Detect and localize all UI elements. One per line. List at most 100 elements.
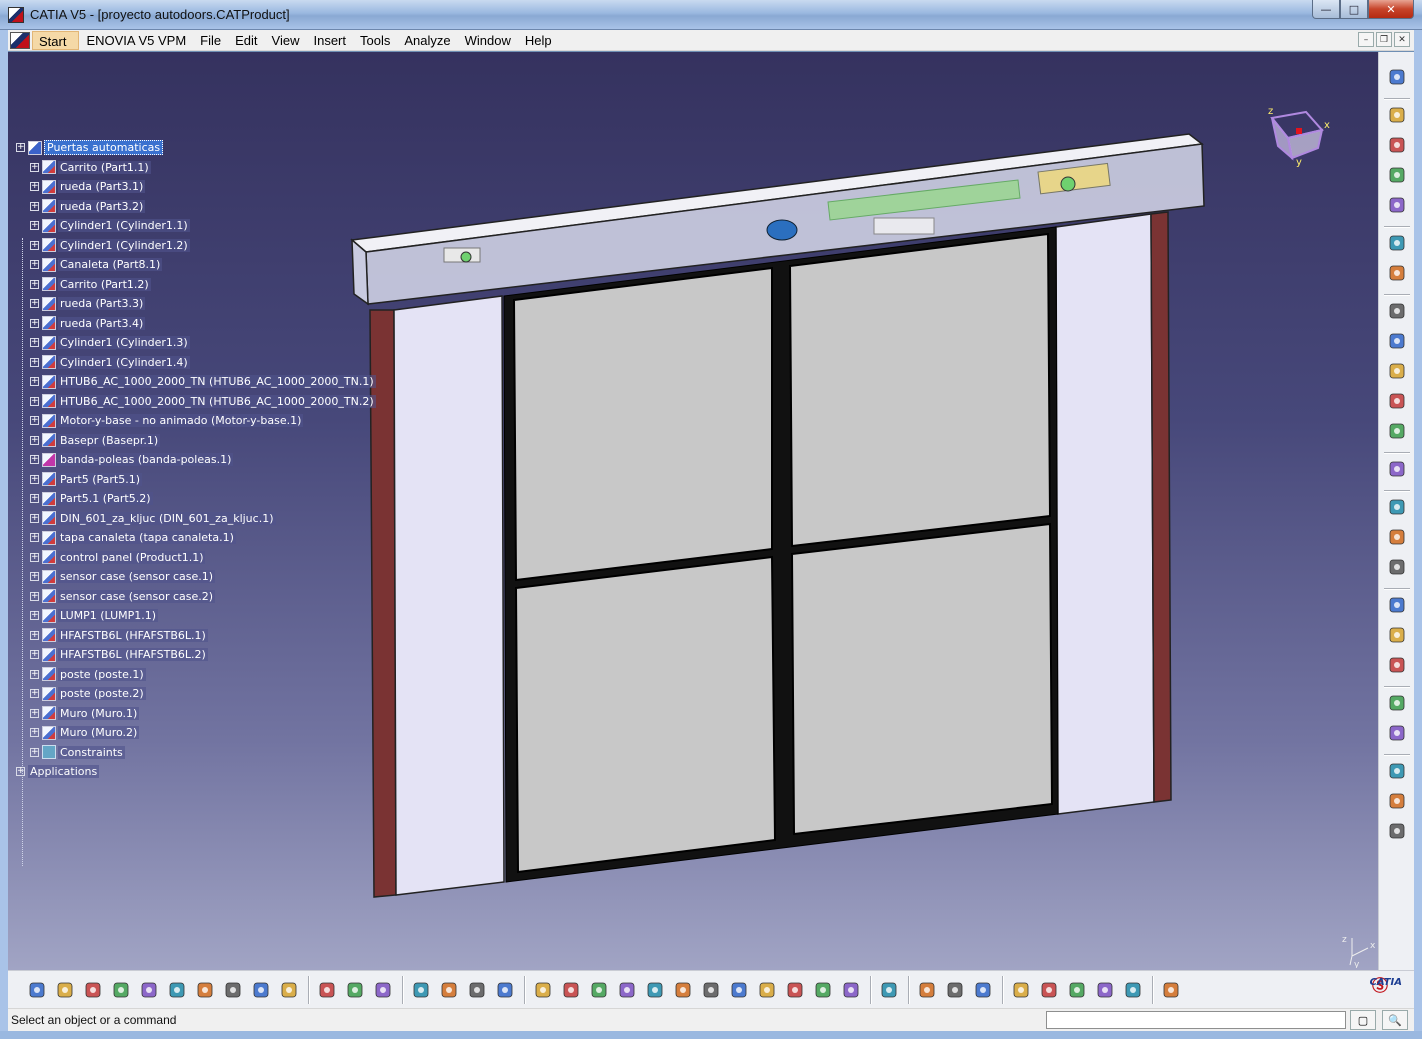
knowledge-icon[interactable]: [1160, 979, 1182, 1001]
distance-icon[interactable]: [1122, 979, 1144, 1001]
fly-icon[interactable]: [532, 979, 554, 1001]
doc-minimize-button[interactable]: –: [1358, 32, 1374, 47]
zoom-out-icon[interactable]: [672, 979, 694, 1001]
menu-analyze[interactable]: Analyze: [397, 31, 457, 50]
3d-viewport[interactable]: + Puertas automaticas + Carrito (Part1.1) + r…: [8, 52, 1378, 970]
expand-toggle-icon[interactable]: +: [16, 767, 25, 776]
spin-icon[interactable]: [1385, 820, 1409, 842]
expand-toggle-icon[interactable]: +: [30, 552, 39, 562]
illumination-icon[interactable]: [1066, 979, 1088, 1001]
tree-node[interactable]: + banda-poleas (banda-poleas.1): [30, 450, 234, 469]
measure-between-icon[interactable]: [1038, 979, 1060, 1001]
snap-icon[interactable]: [1385, 390, 1409, 412]
tree-node[interactable]: + Part5 (Part5.1): [30, 470, 143, 489]
print-icon[interactable]: [110, 979, 132, 1001]
expand-toggle-icon[interactable]: +: [30, 728, 39, 737]
kinematics-icon[interactable]: [1385, 194, 1409, 216]
tree-node-label[interactable]: tapa canaleta (tapa canaleta.1): [58, 531, 236, 544]
normal-view-icon[interactable]: [700, 979, 722, 1001]
tree-node[interactable]: + sensor case (sensor case.2): [30, 587, 216, 606]
graph-icon[interactable]: [438, 979, 460, 1001]
expand-toggle-icon[interactable]: +: [30, 572, 39, 581]
menu-edit[interactable]: Edit: [228, 31, 264, 50]
maximize-button[interactable]: □: [1340, 0, 1368, 19]
power-input-field[interactable]: [1046, 1011, 1346, 1029]
tree-node-label[interactable]: control panel (Product1.1): [58, 550, 206, 564]
rotate-icon[interactable]: [616, 979, 638, 1001]
tree-root[interactable]: + Puertas automaticas: [16, 138, 164, 157]
render-style-icon[interactable]: [840, 979, 862, 1001]
open-icon[interactable]: [54, 979, 76, 1001]
expand-toggle-icon[interactable]: +: [30, 494, 39, 503]
expand-toggle-icon[interactable]: +: [30, 474, 39, 484]
tree-node-label[interactable]: banda-poleas (banda-poleas.1): [58, 453, 234, 466]
tree-node-label[interactable]: Puertas automaticas: [44, 140, 164, 155]
component-icon[interactable]: [1385, 360, 1409, 382]
expand-toggle-icon[interactable]: +: [30, 630, 39, 640]
tools-icon[interactable]: [1385, 654, 1409, 676]
tree-node-label[interactable]: rueda (Part3.3): [58, 297, 146, 310]
tree-node-label[interactable]: Constraints: [58, 745, 125, 759]
iso-view-icon[interactable]: [756, 979, 778, 1001]
tree-node-label[interactable]: Cylinder1 (Cylinder1.3): [58, 336, 190, 349]
capture-icon[interactable]: [878, 979, 900, 1001]
expand-toggle-icon[interactable]: +: [30, 591, 39, 601]
command-options-button[interactable]: ▢: [1350, 1010, 1376, 1030]
tree-node[interactable]: + LUMP1 (LUMP1.1): [30, 606, 159, 625]
compass-icon[interactable]: [916, 979, 938, 1001]
expand-toggle-icon[interactable]: +: [30, 747, 39, 757]
expand-toggle-icon[interactable]: +: [30, 182, 39, 191]
cut-icon[interactable]: [138, 979, 160, 1001]
select-arrow-icon[interactable]: [1385, 232, 1409, 254]
tree-node[interactable]: + HFAFSTB6L (HFAFSTB6L.2): [30, 645, 208, 664]
menu-window[interactable]: Window: [458, 31, 518, 50]
tree-node[interactable]: + poste (poste.2): [30, 684, 146, 703]
tree-node-label[interactable]: Cylinder1 (Cylinder1.2): [58, 238, 190, 252]
manipulation-icon[interactable]: [1385, 496, 1409, 518]
tree-node-label[interactable]: Basepr (Basepr.1): [58, 433, 161, 447]
expand-toggle-icon[interactable]: +: [30, 338, 39, 347]
tree-node-label[interactable]: DIN_601_za_kljuc (DIN_601_za_kljuc.1): [58, 511, 276, 525]
carriage-right[interactable]: [873, 217, 935, 235]
right-post[interactable]: [1150, 211, 1172, 803]
menu-view[interactable]: View: [265, 31, 307, 50]
drafting-icon[interactable]: [1385, 164, 1409, 186]
expand-toggle-icon[interactable]: +: [30, 611, 39, 620]
menu-insert[interactable]: Insert: [306, 31, 353, 50]
section-icon[interactable]: [1385, 692, 1409, 714]
copy-icon[interactable]: [166, 979, 188, 1001]
tree-node[interactable]: + rueda (Part3.4): [30, 314, 146, 333]
expand-toggle-icon[interactable]: +: [30, 357, 39, 367]
fit-all-icon[interactable]: [560, 979, 582, 1001]
measure-icon[interactable]: [1385, 624, 1409, 646]
tree-node-label[interactable]: rueda (Part3.2): [58, 199, 146, 213]
expand-toggle-icon[interactable]: +: [30, 533, 39, 542]
select-trap-icon[interactable]: [1385, 262, 1409, 284]
expand-toggle-icon[interactable]: +: [30, 396, 39, 406]
tree-node-label[interactable]: LUMP1 (LUMP1.1): [58, 609, 159, 622]
render-icon[interactable]: [1385, 556, 1409, 578]
expand-toggle-icon[interactable]: +: [30, 318, 39, 328]
menu-start[interactable]: Start: [32, 30, 80, 50]
update-icon[interactable]: [1385, 300, 1409, 322]
expand-toggle-icon[interactable]: +: [30, 650, 39, 659]
door-panel-top-left[interactable]: [512, 266, 773, 582]
apply-material-icon[interactable]: [1385, 722, 1409, 744]
publish-icon[interactable]: [1385, 790, 1409, 812]
tree-node-label[interactable]: rueda (Part3.1): [58, 180, 146, 193]
table-icon[interactable]: [410, 979, 432, 1001]
tree-node-label[interactable]: sensor case (sensor case.1): [58, 570, 216, 583]
tree-node-label[interactable]: Muro (Muro.2): [58, 726, 140, 739]
tree-node-label[interactable]: HTUB6_AC_1000_2000_TN (HTUB6_AC_1000_200…: [58, 394, 376, 408]
catia-app-icon[interactable]: [8, 7, 24, 23]
doc-restore-button[interactable]: ❐: [1376, 32, 1392, 47]
comment-icon[interactable]: [344, 979, 366, 1001]
tree-node[interactable]: + Carrito (Part1.2): [30, 275, 151, 294]
tree-node-label[interactable]: Muro (Muro.1): [58, 706, 140, 720]
shading-icon[interactable]: [812, 979, 834, 1001]
tree-node-label[interactable]: Part5.1 (Part5.2): [58, 492, 153, 505]
tree-node[interactable]: + HTUB6_AC_1000_2000_TN (HTUB6_AC_1000_20…: [30, 392, 376, 411]
tree-node[interactable]: + rueda (Part3.3): [30, 294, 146, 313]
tree-node[interactable]: + Carrito (Part1.1): [30, 158, 151, 177]
tree-node[interactable]: + tapa canaleta (tapa canaleta.1): [30, 528, 236, 547]
